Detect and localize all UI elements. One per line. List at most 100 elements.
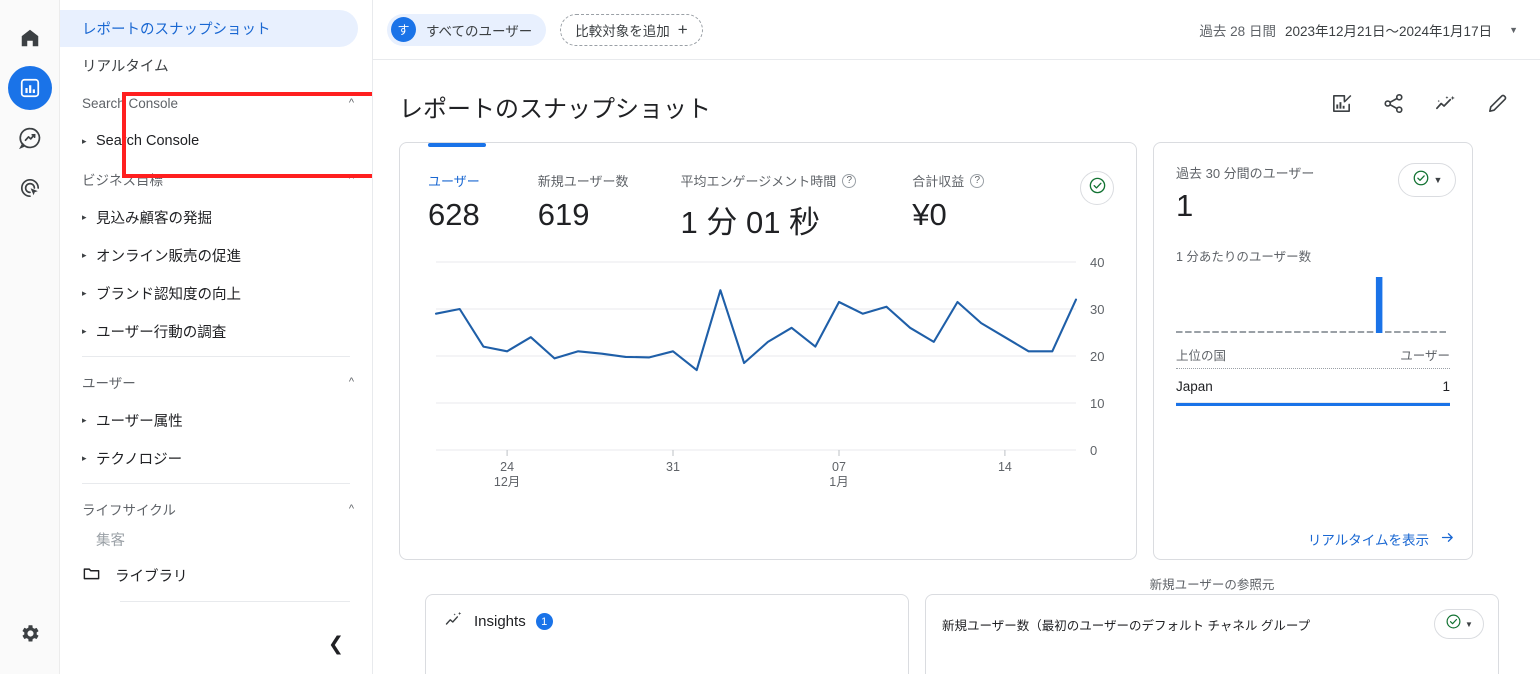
line-chart-svg[interactable]: 0 10 20 30 40 2412月 31 071月 14 [428, 252, 1128, 502]
insights-title-row[interactable]: Insights 1 [426, 595, 908, 634]
date-range-selector[interactable]: 過去 28 日間 2023年12月21日〜2024年1月17日 ▼ [1199, 20, 1518, 40]
sidebar-item-demographics[interactable]: ▸ ユーザー属性 [60, 401, 372, 439]
rail-item-advertising[interactable] [8, 166, 52, 210]
svg-text:24: 24 [500, 460, 514, 474]
sidebar-item-acquisition[interactable]: 集客 [60, 528, 372, 550]
chevron-right-icon: ▸ [82, 249, 87, 260]
chevron-right-icon: ▸ [82, 414, 87, 425]
share-button[interactable] [1376, 89, 1410, 123]
metric-label: 新規ユーザー数 [537, 174, 629, 189]
edit-pencil-icon [1486, 92, 1509, 120]
users-overview-card: ユーザー 628 新規ユーザー数 619 平均エンゲージメント時間 ? 1 分 … [399, 142, 1137, 560]
sidebar-item-user-behaviour[interactable]: ▸ ユーザー行動の調査 [60, 312, 372, 350]
sidebar-section-label: Search Console [82, 95, 179, 111]
customize-report-button[interactable] [1324, 89, 1358, 123]
rail-item-reports[interactable] [7, 66, 52, 110]
sidebar-item-brand-awareness[interactable]: ▸ ブランド認知度の向上 [60, 274, 372, 312]
sidebar-item-label: リアルタイム [82, 59, 169, 75]
help-icon[interactable]: ? [842, 173, 857, 188]
realtime-value: 1 [1176, 188, 1194, 223]
page-title: レポートのスナップショット [399, 95, 711, 123]
arrow-right-icon [1439, 530, 1456, 548]
card-status-button[interactable]: ▼ [1434, 609, 1484, 639]
sidebar-item-label: ブランド認知度の向上 [96, 286, 241, 303]
audience-chip[interactable]: す すべてのユーザー [387, 13, 547, 46]
card-tabbar [400, 143, 1136, 153]
sidebar-divider [82, 483, 350, 484]
sidebar-item-label: ユーザー属性 [96, 413, 183, 430]
edit-button[interactable] [1480, 89, 1514, 123]
sidebar-section-user[interactable]: ユーザー ^ [60, 363, 372, 401]
metric-value: 1 分 01 秒 [680, 205, 821, 240]
chevron-right-icon: ▸ [82, 211, 87, 222]
sidebar-divider [82, 356, 350, 357]
sidebar-item-library[interactable]: ライブラリ [60, 555, 372, 595]
sidebar-item-search-console[interactable]: ▸ Search Console [60, 122, 372, 160]
plus-icon: + [677, 20, 688, 39]
insights-button[interactable] [1428, 89, 1462, 123]
insights-card: Insights 1 [425, 594, 909, 674]
sidebar-section-lifecycle[interactable]: ライフサイクル ^ [60, 490, 372, 528]
active-tab-indicator [428, 143, 486, 147]
realtime-label: 過去 30 分間のユーザー [1176, 166, 1315, 181]
view-realtime-link[interactable]: リアルタイムを表示 [1308, 529, 1456, 549]
svg-text:14: 14 [998, 460, 1012, 474]
new-users-source-title: 新規ユーザー数（最初のユーザーのデフォルト チャネル グループ [942, 618, 1311, 633]
metrics-row: ユーザー 628 新規ユーザー数 619 平均エンゲージメント時間 ? 1 分 … [400, 153, 1136, 242]
reports-navigation-sidebar: レポートのスナップショット リアルタイム Search Console ^ ▸ … [60, 0, 373, 674]
page-header-actions [1324, 89, 1514, 123]
new-users-source-card: 新規ユーザー数（最初のユーザーのデフォルト チャネル グループ ▼ [925, 594, 1499, 674]
sidebar-section-search-console[interactable]: Search Console ^ [60, 84, 372, 122]
audience-label: すべてのユーザー [426, 23, 533, 39]
svg-text:20: 20 [1090, 349, 1104, 364]
svg-text:40: 40 [1090, 255, 1104, 270]
sidebar-item-realtime[interactable]: リアルタイム [60, 47, 372, 84]
metric-value: 628 [428, 197, 480, 232]
realtime-status-button[interactable]: ▼ [1398, 163, 1456, 197]
new-users-source-caption: 新規ユーザーの参照元 [1149, 578, 1275, 592]
column-header-users: ユーザー [1400, 349, 1450, 363]
help-icon[interactable]: ? [970, 173, 985, 188]
svg-text:1月: 1月 [829, 475, 848, 489]
rail-item-explore[interactable] [8, 116, 52, 160]
check-circle-icon [1412, 169, 1430, 192]
rail-item-settings[interactable] [8, 614, 52, 658]
sidebar-collapse-button[interactable]: ❮ [316, 624, 356, 664]
check-circle-icon [1445, 613, 1462, 635]
sidebar-item-online-sales[interactable]: ▸ オンライン販売の促進 [60, 236, 372, 274]
metric-label-wrap: 平均エンゲージメント時間 ? [681, 171, 857, 190]
metric-avg-engagement-time[interactable]: 平均エンゲージメント時間 ? 1 分 01 秒 [681, 171, 857, 242]
sidebar-item-lead-generation[interactable]: ▸ 見込み顧客の発掘 [60, 198, 372, 236]
sidebar-section-label: ライフサイクル [82, 503, 176, 518]
svg-text:31: 31 [666, 460, 680, 474]
metric-value: 619 [537, 197, 590, 232]
metric-new-users[interactable]: 新規ユーザー数 619 [538, 171, 629, 233]
data-quality-status-button[interactable] [1080, 171, 1114, 205]
sidebar-item-label: ユーザー行動の調査 [96, 324, 227, 341]
sidebar-divider [120, 601, 350, 602]
sidebar-section-business-objectives[interactable]: ビジネス目標 ^ [60, 160, 372, 198]
sidebar-item-label: 集客 [96, 532, 125, 549]
home-icon [19, 27, 41, 49]
cell-country: Japan [1176, 379, 1213, 394]
share-icon [1382, 92, 1405, 120]
sidebar-item-label: 見込み顧客の発掘 [96, 210, 212, 227]
chevron-left-icon: ❮ [328, 633, 344, 655]
sidebar-item-label: オンライン販売の促進 [96, 248, 241, 265]
add-comparison-button[interactable]: 比較対象を追加 + [560, 13, 703, 46]
rail-item-home[interactable] [8, 16, 52, 60]
metric-label: 平均エンゲージメント時間 [680, 174, 837, 189]
sidebar-item-tech[interactable]: ▸ テクノロジー [60, 439, 372, 477]
bottom-cards-row: Insights 1 新規ユーザーの参照元 新規ユーザー数（最初のユーザーのデフ… [399, 574, 1514, 674]
realtime-sparkline [1176, 271, 1450, 345]
sidebar-item-reports-snapshot[interactable]: レポートのスナップショット [60, 10, 358, 47]
metric-users[interactable]: ユーザー 628 [428, 171, 480, 233]
sidebar-section-label: ビジネス目標 [82, 173, 163, 188]
table-row[interactable]: Japan 1 [1176, 369, 1450, 403]
chevron-down-icon: ▼ [1509, 24, 1518, 35]
metric-total-revenue[interactable]: 合計収益 ? ¥0 [912, 171, 985, 233]
date-range-prefix: 過去 28 日間 [1199, 23, 1276, 39]
insights-caption [425, 574, 909, 594]
metric-value: ¥0 [912, 197, 947, 232]
users-line-chart: 0 10 20 30 40 24 12月 31 07 1月 14 [428, 252, 1126, 502]
